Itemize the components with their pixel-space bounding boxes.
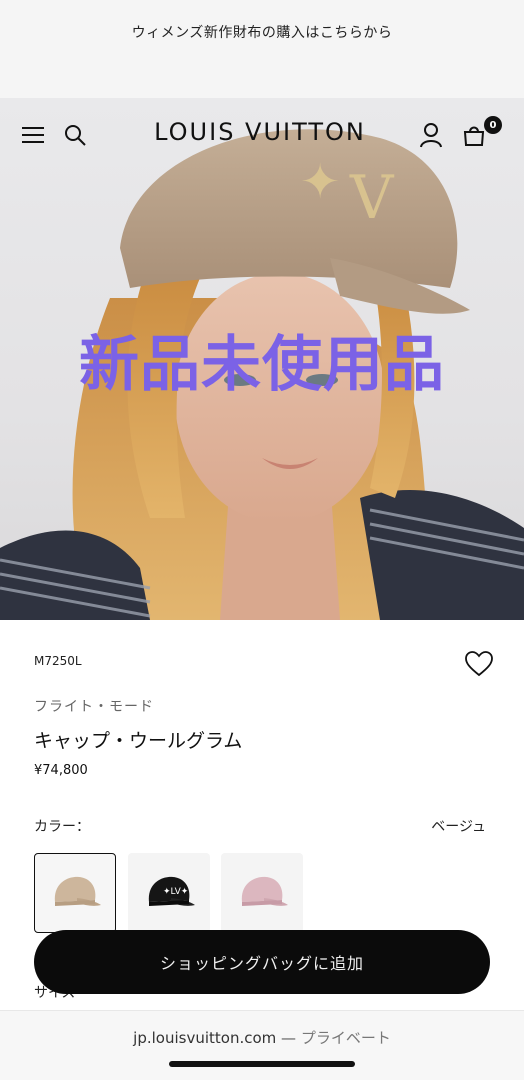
svg-text:V: V <box>349 163 395 233</box>
search-icon[interactable] <box>58 118 92 152</box>
bag-count-badge: 0 <box>484 116 502 134</box>
color-value: ベージュ <box>431 819 486 835</box>
swatch-beige[interactable] <box>34 853 116 933</box>
home-indicator[interactable] <box>169 1061 355 1067</box>
browser-address-bar[interactable]: jp.louisvuitton.com — プライベート <box>0 1010 524 1080</box>
promo-text[interactable]: ウィメンズ新作財布の購入はこちらから <box>0 22 524 42</box>
product-collection: フライト・モード <box>34 699 154 715</box>
url-separator: — <box>281 1029 297 1047</box>
url-domain: jp.louisvuitton.com <box>133 1029 277 1047</box>
cap-thumbnail <box>241 876 288 906</box>
cap-thumbnail: ✦LV✦ <box>148 876 195 906</box>
condition-overlay-text: 新品未使用品 <box>79 330 445 400</box>
swatch-pink[interactable] <box>221 853 303 933</box>
private-mode-label: プライベート <box>300 1029 391 1047</box>
product-sku: M7250L <box>34 654 82 668</box>
brand-logo[interactable]: LOUIS VUITTON <box>140 118 380 146</box>
url-display[interactable]: jp.louisvuitton.com — プライベート <box>0 1027 524 1048</box>
add-to-bag-button[interactable]: ショッピングバッグに追加 <box>34 930 490 994</box>
menu-icon[interactable] <box>16 118 50 152</box>
color-label: カラー： <box>34 819 90 835</box>
product-price: ¥74,800 <box>34 763 88 778</box>
product-name: キャップ・ウールグラム <box>34 730 243 752</box>
svg-text:✦LV✦: ✦LV✦ <box>163 887 189 897</box>
heart-icon[interactable] <box>465 651 493 677</box>
cap-thumbnail <box>54 876 101 906</box>
account-icon[interactable] <box>414 118 448 152</box>
svg-text:✦: ✦ <box>300 154 340 210</box>
swatch-black[interactable]: ✦LV✦ <box>128 853 210 933</box>
promo-banner[interactable]: ウィメンズ新作財布の購入はこちらから <box>0 0 524 98</box>
